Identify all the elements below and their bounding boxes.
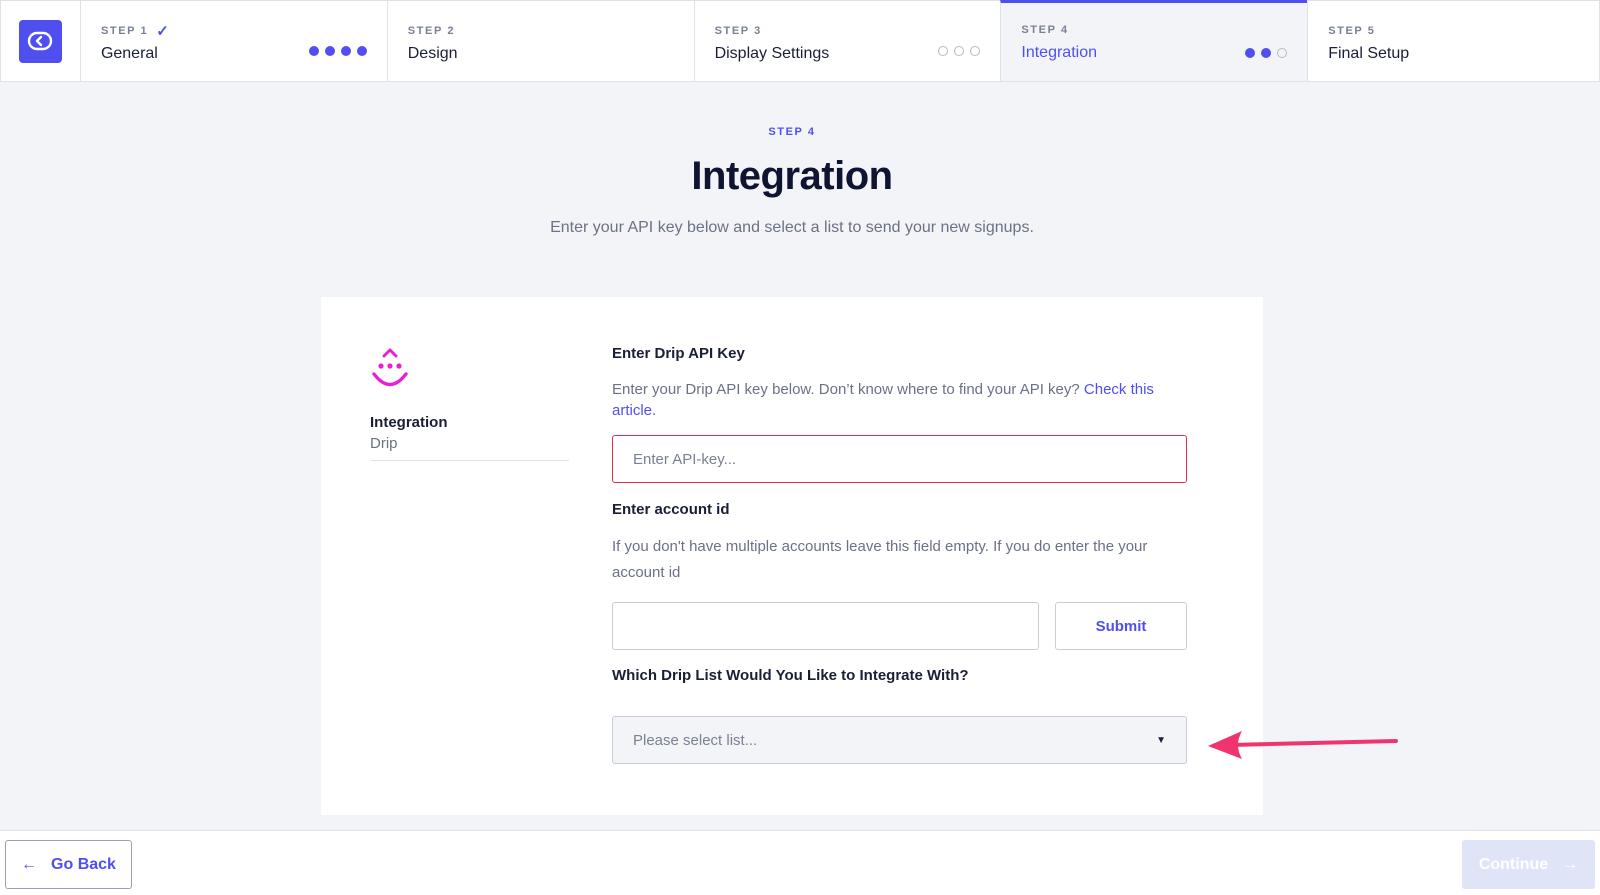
step-number: STEP 3: [714, 25, 762, 37]
continue-label: Continue: [1478, 855, 1549, 873]
api-key-input[interactable]: [612, 435, 1187, 483]
step-tab-final-setup[interactable]: STEP 5 Final Setup: [1307, 0, 1600, 82]
list-select-dropdown[interactable]: Please select list... ▼: [612, 716, 1187, 764]
progress-dot: [1245, 48, 1256, 58]
continue-button[interactable]: Continue →: [1462, 840, 1595, 889]
step-tab-display-settings[interactable]: STEP 3 Display Settings: [693, 0, 1001, 82]
integration-card: Integration Drip Enter Drip API Key Ente…: [321, 297, 1263, 815]
submit-button[interactable]: Submit: [1055, 602, 1187, 650]
progress-dot: [356, 46, 367, 56]
bottom-bar: ← Go Back Continue →: [0, 830, 1600, 895]
step-progress-dots: [308, 46, 367, 56]
go-back-label: Go Back: [51, 855, 116, 873]
api-key-help-text: Enter your Drip API key below. Don’t kno…: [612, 381, 1080, 398]
page-title: Integration: [691, 154, 893, 198]
integration-form: Enter Drip API Key Enter your Drip API k…: [612, 345, 1187, 764]
account-id-row: Submit: [612, 602, 1187, 650]
caret-down-icon: ▼: [1156, 734, 1166, 746]
api-key-label: Enter Drip API Key: [612, 345, 745, 362]
step-tab-integration[interactable]: STEP 4 Integration: [1000, 0, 1308, 82]
progress-dot: [954, 46, 965, 56]
arrow-right-icon: →: [1562, 855, 1579, 873]
drip-logo-icon: [372, 348, 408, 387]
step-number: STEP 2: [407, 25, 456, 37]
sidebar-title: Integration: [370, 414, 448, 431]
step-number: STEP 1: [100, 25, 149, 37]
integration-summary: Integration Drip: [370, 345, 569, 461]
sidebar-provider: Drip: [370, 435, 569, 461]
step-title: Final Setup: [1328, 45, 1410, 62]
step-title: Design: [407, 45, 458, 62]
app-logo-icon[interactable]: [18, 19, 62, 63]
progress-dot: [1261, 48, 1272, 58]
progress-dot: [324, 46, 335, 56]
step-progress-dots: [938, 46, 981, 56]
page-header: STEP 4 Integration Enter your API key be…: [0, 126, 1584, 237]
go-back-button[interactable]: ← Go Back: [5, 840, 132, 889]
progress-dot: [970, 46, 981, 56]
step-bar: STEP 1 ✓ General STEP 2 Design STEP 3 Di…: [0, 0, 1600, 82]
step-number: STEP 5: [1328, 25, 1376, 37]
account-id-input[interactable]: [612, 602, 1039, 650]
list-select-label: Which Drip List Would You Like to Integr…: [612, 667, 969, 684]
logo-cell[interactable]: [0, 0, 80, 82]
annotation-arrow-icon: [1208, 731, 1398, 759]
checkmark-icon: ✓: [156, 23, 169, 40]
arrow-left-icon: ←: [21, 855, 38, 873]
progress-dot: [1277, 48, 1288, 58]
api-key-help: Enter your Drip API key below. Don’t kno…: [612, 379, 1187, 421]
account-id-label: Enter account id: [612, 501, 730, 518]
step-tab-design[interactable]: STEP 2 Design: [386, 0, 694, 82]
step-eyebrow: STEP 4: [768, 126, 816, 138]
step-progress-dots: [1245, 48, 1288, 58]
progress-dot: [340, 46, 351, 56]
list-select-placeholder: Please select list...: [633, 731, 758, 749]
progress-dot: [308, 46, 319, 56]
step-number: STEP 4: [1021, 24, 1069, 36]
account-id-help: If you don't have multiple accounts leav…: [612, 538, 1148, 581]
step-tab-general[interactable]: STEP 1 ✓ General: [79, 0, 387, 82]
progress-dot: [938, 46, 949, 56]
page-subtitle: Enter your API key below and select a li…: [550, 219, 1034, 236]
